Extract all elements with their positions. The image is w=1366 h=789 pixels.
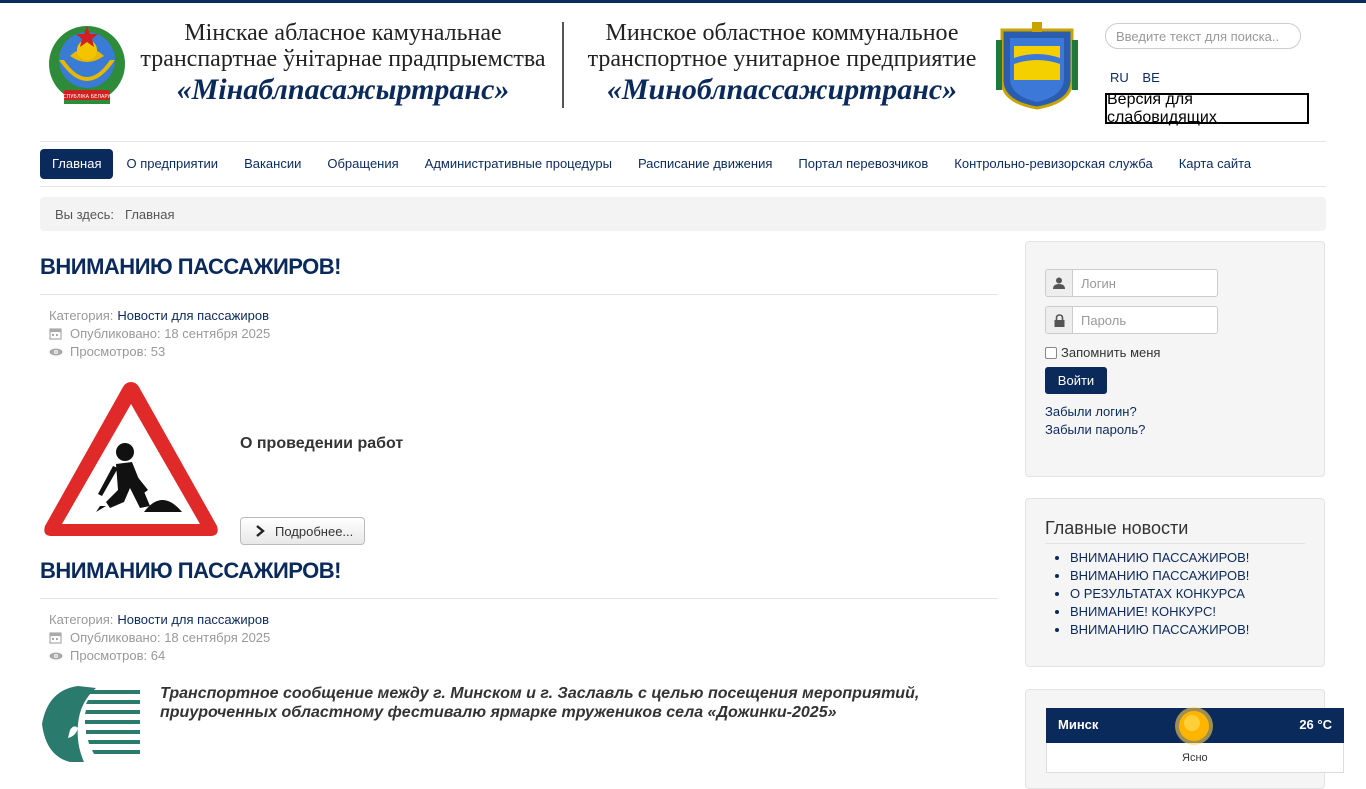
- category-link[interactable]: Новости для пассажиров: [117, 307, 269, 325]
- header-divider: [562, 22, 564, 108]
- weather-temperature: 26 °C: [1299, 717, 1332, 732]
- login-input[interactable]: [1072, 269, 1218, 297]
- nav-item-home[interactable]: Главная: [40, 149, 114, 179]
- remember-me: Запомнить меня: [1045, 345, 1160, 360]
- emblem-ribbon-text: РЭСПУБЛІКА БЕЛАРУСЬ: [57, 94, 118, 100]
- news-list-item[interactable]: ВНИМАНИЮ ПАССАЖИРОВ!: [1070, 549, 1249, 567]
- search-input[interactable]: [1105, 23, 1301, 49]
- published-date: Опубликовано: 18 сентября 2025: [70, 326, 271, 341]
- org-be-line2: транспартнае ўнітарнае прадпрыемства: [140, 46, 546, 72]
- category-label: Категория:: [49, 308, 114, 323]
- sun-icon: [1175, 707, 1213, 745]
- breadcrumb-current: Главная: [125, 206, 175, 222]
- forgot-login-link[interactable]: Забыли логин?: [1045, 404, 1137, 419]
- breadcrumb: Вы здесь: Главная: [40, 197, 1326, 231]
- news-list-item[interactable]: ВНИМАНИЕ! КОНКУРС!: [1070, 603, 1249, 621]
- nav-bottom-border: [40, 186, 1326, 187]
- org-ru-line1: Минское областное коммунальное: [605, 20, 959, 46]
- login-panel: Запомнить меня Войти Забыли логин? Забыл…: [1025, 241, 1325, 477]
- transport-logo-icon: [42, 686, 140, 762]
- weather-condition: Ясно: [1182, 752, 1208, 764]
- article-meta: Категория: Новости для пассажиров Опубли…: [49, 611, 270, 665]
- views-count: Просмотров: 53: [70, 344, 166, 359]
- remember-checkbox[interactable]: [1045, 346, 1057, 359]
- nav-item-schedule[interactable]: Расписание движения: [625, 149, 785, 179]
- lock-icon: [1045, 306, 1072, 334]
- user-icon: [1045, 269, 1072, 297]
- article-published: Опубликовано: 18 сентября 2025: [49, 629, 270, 647]
- article-title[interactable]: ВНИМАНИЮ ПАССАЖИРОВ!: [40, 254, 341, 280]
- low-vision-button[interactable]: Версия для слабовидящих: [1105, 91, 1309, 126]
- views-count: Просмотров: 64: [70, 648, 166, 663]
- calendar-icon: [49, 328, 62, 340]
- article-views: Просмотров: 64: [49, 647, 270, 665]
- breadcrumb-prefix: Вы здесь:: [55, 206, 115, 222]
- article-divider: [40, 294, 998, 295]
- category-link[interactable]: Новости для пассажиров: [117, 611, 269, 629]
- published-date: Опубликовано: 18 сентября 2025: [70, 630, 271, 645]
- news-list-item[interactable]: О РЕЗУЛЬТАТАХ КОНКУРСА: [1070, 585, 1249, 603]
- org-be-name: «Мінаблпасажыртранс»: [176, 73, 510, 106]
- news-panel-title: Главные новости: [1045, 518, 1189, 538]
- article-published: Опубликовано: 18 сентября 2025: [49, 325, 270, 343]
- org-be-line1: Мінскае абласное камунальнае: [184, 20, 502, 46]
- lang-be-link[interactable]: BE: [1142, 70, 1159, 85]
- news-list-item[interactable]: ВНИМАНИЮ ПАССАЖИРОВ!: [1070, 621, 1249, 639]
- org-ru-line2: транспортное унитарное предприятие: [587, 46, 977, 72]
- article-title[interactable]: ВНИМАНИЮ ПАССАЖИРОВ!: [40, 558, 341, 584]
- news-list-item[interactable]: ВНИМАНИЮ ПАССАЖИРОВ!: [1070, 567, 1249, 585]
- minsk-region-emblem-icon: [996, 22, 1078, 110]
- forgot-password-link[interactable]: Забыли пароль?: [1045, 422, 1145, 437]
- nav-item-admin-procedures[interactable]: Административные процедуры: [412, 149, 625, 179]
- nav-item-vacancies[interactable]: Вакансии: [231, 149, 314, 179]
- login-button[interactable]: Войти: [1045, 367, 1107, 394]
- eye-icon: [49, 348, 63, 356]
- belarus-emblem-icon: РЭСПУБЛІКА БЕЛАРУСЬ: [49, 26, 125, 104]
- article-views: Просмотров: 53: [49, 343, 270, 361]
- news-title-divider: [1045, 543, 1305, 544]
- article-intro: О проведении работ: [240, 435, 404, 452]
- org-name-russian: Минское областное коммунальное транспорт…: [572, 20, 992, 108]
- password-field: [1045, 306, 1218, 334]
- eye-icon: [49, 652, 63, 660]
- category-label: Категория:: [49, 612, 114, 627]
- article-category: Категория: Новости для пассажиров: [49, 307, 270, 325]
- chevron-right-icon: [256, 525, 265, 537]
- top-accent-line: [0, 0, 1366, 3]
- nav-item-carriers-portal[interactable]: Портал перевозчиков: [785, 149, 941, 179]
- article-divider: [40, 598, 998, 599]
- article-meta: Категория: Новости для пассажиров Опубли…: [49, 307, 270, 361]
- nav-item-sitemap[interactable]: Карта сайта: [1166, 149, 1264, 179]
- nav-item-appeals[interactable]: Обращения: [314, 149, 411, 179]
- nav-top-border: [40, 141, 1326, 142]
- main-nav: Главная О предприятии Вакансии Обращения…: [40, 149, 1264, 179]
- remember-label: Запомнить меня: [1061, 345, 1161, 360]
- nav-item-about[interactable]: О предприятии: [113, 149, 231, 179]
- read-more-button[interactable]: Подробнее...: [240, 517, 365, 545]
- nav-item-audit-service[interactable]: Контрольно-ревизорская служба: [941, 149, 1165, 179]
- read-more-label: Подробнее...: [275, 523, 354, 539]
- org-ru-name: «Миноблпассажиртранс»: [606, 73, 958, 106]
- language-switcher: RU BE: [1110, 70, 1170, 85]
- lang-ru-link[interactable]: RU: [1110, 70, 1129, 85]
- org-name-belarusian: Мінскае абласное камунальнае транспартна…: [138, 20, 548, 108]
- weather-city: Минск: [1058, 717, 1099, 732]
- article-intro: Транспортное сообщение между г. Минском …: [160, 685, 920, 721]
- calendar-icon: [49, 632, 62, 644]
- road-works-sign-icon: [44, 382, 218, 536]
- password-input[interactable]: [1072, 306, 1218, 334]
- news-list: ВНИМАНИЮ ПАССАЖИРОВ! ВНИМАНИЮ ПАССАЖИРОВ…: [1045, 549, 1249, 639]
- login-field: [1045, 269, 1218, 297]
- article-category: Категория: Новости для пассажиров: [49, 611, 270, 629]
- main-news-panel: Главные новости ВНИМАНИЮ ПАССАЖИРОВ! ВНИ…: [1025, 498, 1325, 667]
